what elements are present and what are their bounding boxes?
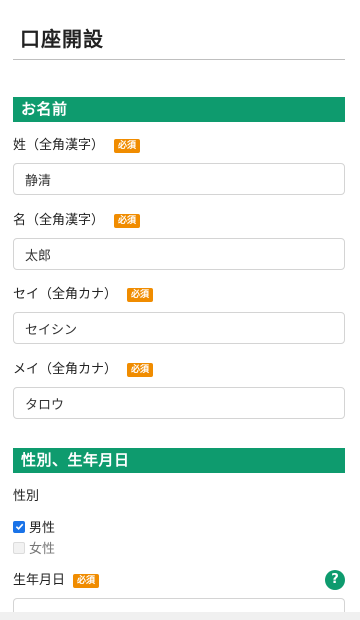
bottom-bar [0, 612, 360, 620]
label-text: メイ（全角カナ） [13, 362, 118, 377]
last-name-kanji-input[interactable] [13, 163, 345, 195]
label-text: セイ（全角カナ） [13, 287, 118, 302]
required-badge: 必須 [127, 288, 154, 302]
gender-option-male[interactable]: 男性 [13, 517, 55, 536]
field-label-gender: 性別 [13, 489, 39, 505]
help-icon[interactable]: ? [325, 570, 345, 590]
gender-option-label: 男性 [29, 521, 56, 536]
last-name-kana-input[interactable] [13, 312, 345, 344]
section-heading-gender-birthdate: 性別、生年月日 [13, 448, 345, 473]
checkmark-icon [15, 523, 23, 531]
field-label-first-name-kanji: 名（全角漢字） 必須 [13, 213, 141, 229]
label-text: 性別 [13, 489, 40, 504]
title-divider [13, 59, 345, 60]
page-title: 口座開設 [20, 27, 104, 51]
section-heading-name: お名前 [13, 97, 345, 122]
field-label-first-name-kana: メイ（全角カナ） 必須 [13, 362, 154, 378]
checkbox-checked[interactable] [13, 520, 25, 533]
field-label-last-name-kana: セイ（全角カナ） 必須 [13, 287, 154, 303]
first-name-kana-input[interactable] [13, 387, 345, 419]
required-badge: 必須 [114, 139, 141, 153]
label-text: 名（全角漢字） [13, 213, 105, 228]
gender-option-label: 女性 [29, 542, 56, 557]
checkbox-unchecked[interactable] [13, 541, 25, 554]
first-name-kanji-input[interactable] [13, 238, 345, 270]
field-label-birthdate: 生年月日 必須 [13, 573, 100, 589]
required-badge: 必須 [73, 574, 100, 588]
label-text: 生年月日 [13, 573, 66, 588]
gender-option-female[interactable]: 女性 [13, 538, 55, 557]
label-text: 姓（全角漢字） [13, 138, 105, 153]
required-badge: 必須 [114, 214, 141, 228]
required-badge: 必須 [127, 363, 154, 377]
field-label-last-name-kanji: 姓（全角漢字） 必須 [13, 138, 141, 154]
